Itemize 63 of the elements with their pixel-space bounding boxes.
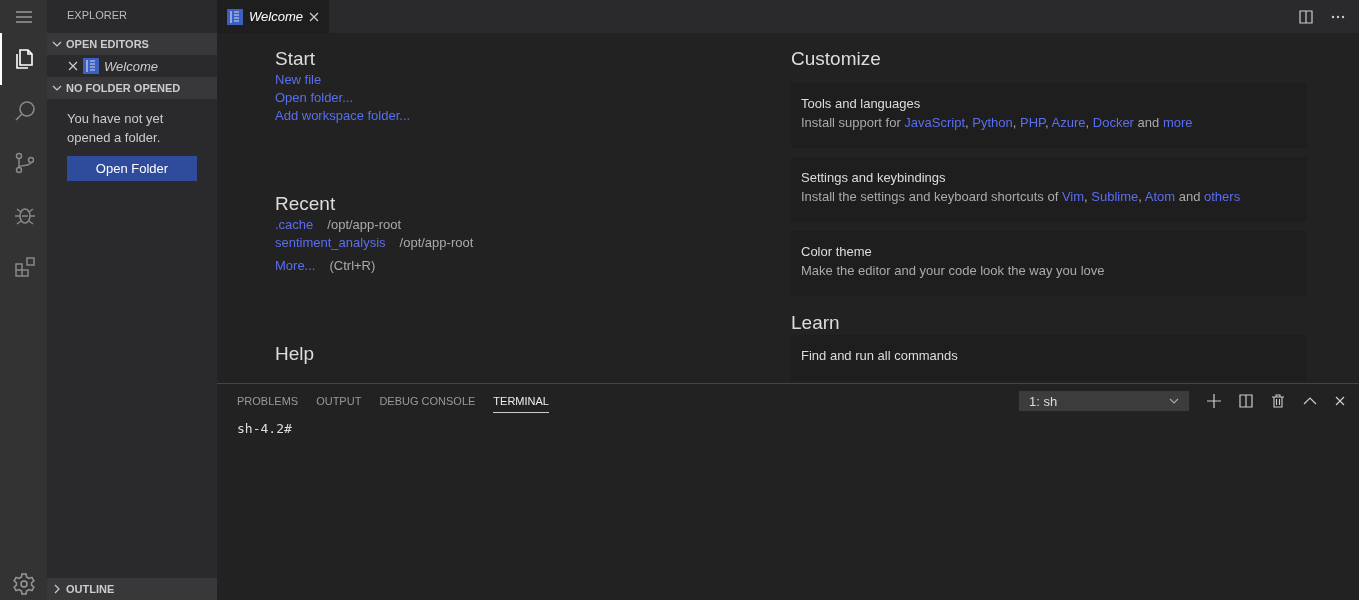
recent-path: /opt/app-root: [399, 234, 474, 252]
settings-icon[interactable]: [11, 572, 36, 596]
close-icon[interactable]: [68, 61, 78, 71]
section-heading: Help: [275, 342, 316, 366]
card-link[interactable]: others: [1204, 189, 1241, 204]
open-editor-item[interactable]: Welcome: [104, 58, 158, 74]
open-folder-button[interactable]: Open Folder: [67, 156, 197, 181]
chevron-icon: [52, 39, 62, 49]
editor-tab[interactable]: Welcome: [217, 0, 329, 33]
terminal-line: sh-4.2#: [237, 420, 293, 438]
customize-card[interactable]: Tools and languages Install support for JavaScript, Python, PHP, Azure, Docker and more: [791, 83, 1307, 148]
chevron-icon: [52, 83, 62, 93]
section-heading: Recent: [275, 192, 337, 216]
section-header[interactable]: OPEN EDITORS: [47, 33, 217, 55]
customize-card[interactable]: Settings and keybindings Install the settings and keyboard shortcuts of Vim, Sublime, Atom and others: [791, 157, 1307, 222]
card-description: Make the editor and your code look the way you love: [801, 262, 1106, 280]
card-link[interactable]: Python: [972, 115, 1013, 130]
section-header[interactable]: OUTLINE: [47, 578, 217, 600]
close-icon[interactable]: [1335, 396, 1345, 406]
panel-tab[interactable]: PROBLEMS: [237, 390, 299, 412]
recent-link[interactable]: sentiment_analysis: [275, 234, 386, 252]
panel-tab[interactable]: TERMINAL: [493, 389, 549, 413]
card-title: Color theme: [801, 243, 873, 261]
chevron-icon: [52, 584, 62, 594]
panel-tab[interactable]: OUTPUT: [316, 390, 362, 412]
card-link[interactable]: Docker: [1092, 115, 1134, 130]
section-heading: Start: [275, 47, 317, 71]
panel-tab[interactable]: DEBUG CONSOLE: [379, 390, 476, 412]
customize-card[interactable]: Color theme Make the editor and your code look the way you love: [791, 231, 1307, 296]
sidebar-title: EXPLORER: [66, 8, 128, 23]
card-link[interactable]: PHP: [1020, 115, 1046, 130]
section-heading: Customize: [791, 47, 882, 71]
recent-path: /opt/app-root: [327, 216, 402, 234]
recent-link[interactable]: .cache: [275, 216, 314, 234]
plus-icon[interactable]: [1207, 394, 1221, 408]
card-link[interactable]: more: [1162, 115, 1193, 130]
document-icon: [227, 8, 243, 25]
document-icon: [83, 58, 99, 74]
chevron-icon: [1169, 398, 1179, 404]
split-editor-icon[interactable]: [1299, 9, 1313, 24]
more-icon[interactable]: [1331, 14, 1345, 19]
card-title: Tools and languages: [801, 95, 922, 113]
learn-card[interactable]: Find and run all commands: [791, 335, 1307, 381]
section-heading: Learn: [791, 311, 841, 335]
trash-icon[interactable]: [1271, 394, 1285, 408]
card-description: Install support for JavaScript, Python, PHP, Azure, Docker and more: [801, 114, 1194, 132]
close-icon[interactable]: [308, 11, 319, 22]
split-terminal-icon[interactable]: [1239, 394, 1253, 408]
more-link[interactable]: More...: [275, 257, 316, 275]
card-description: Install the settings and keyboard shortcuts of Vim, Sublime, Atom and others: [801, 188, 1242, 206]
start-link[interactable]: Add workspace folder...: [275, 107, 411, 125]
no-folder-message: You have not yet opened a folder.: [67, 110, 165, 147]
start-link[interactable]: Open folder...: [275, 89, 354, 107]
section-header[interactable]: NO FOLDER OPENED: [47, 77, 217, 99]
card-title: Find and run all commands: [801, 347, 959, 365]
terminal-dropdown[interactable]: 1: sh: [1019, 391, 1189, 411]
menu-icon[interactable]: [15, 11, 32, 23]
chevron-up-icon[interactable]: [1303, 397, 1317, 405]
shortcut-hint: (Ctrl+R): [329, 257, 376, 275]
start-link[interactable]: New file: [275, 71, 322, 89]
card-title: Settings and keybindings: [801, 169, 947, 187]
card-link[interactable]: Atom: [1144, 189, 1176, 204]
card-link[interactable]: Azure: [1051, 115, 1086, 130]
